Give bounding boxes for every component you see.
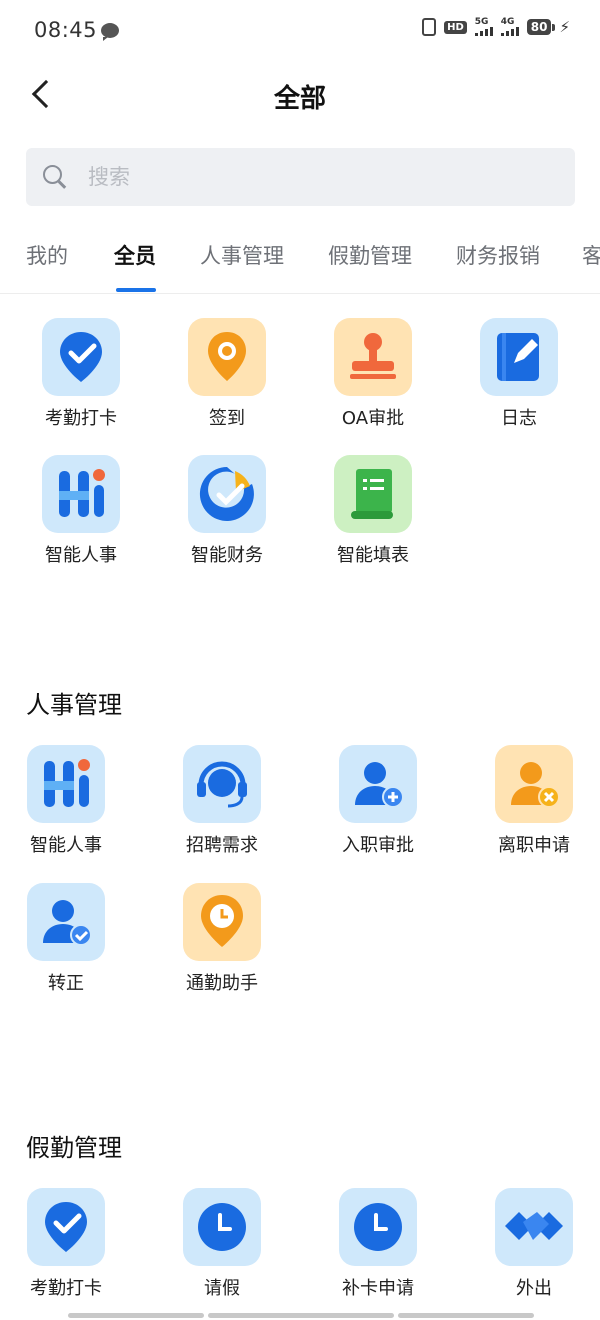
app-commute-assistant[interactable]: 通勤助手 xyxy=(157,883,287,995)
tab-finance-reimbursement[interactable]: 财务报销 xyxy=(456,240,540,270)
charging-icon: ⚡ xyxy=(559,18,570,36)
item-label: 招聘需求 xyxy=(186,835,258,856)
clock-icon xyxy=(339,1188,417,1266)
item-label: 考勤打卡 xyxy=(30,1278,102,1299)
tab-all-staff[interactable]: 全员 xyxy=(114,240,156,270)
status-time: 08:45 xyxy=(34,18,98,42)
location-pin-icon xyxy=(188,318,266,396)
item-label: 转正 xyxy=(48,973,84,994)
form-scroll-icon xyxy=(334,455,412,533)
search-box[interactable] xyxy=(26,148,575,206)
stamp-icon xyxy=(334,318,412,396)
app-leave-request[interactable]: 请假 xyxy=(157,1188,287,1300)
item-label: 签到 xyxy=(209,408,245,429)
handshake-icon xyxy=(495,1188,573,1266)
item-label: 智能人事 xyxy=(30,835,102,856)
battery-icon: 80 xyxy=(526,19,556,35)
message-icon xyxy=(101,23,119,41)
finance-logo-icon xyxy=(188,455,266,533)
app-missed-punch-request[interactable]: 补卡申请 xyxy=(313,1188,443,1300)
app-going-out[interactable]: 外出 xyxy=(469,1188,599,1300)
category-tabs: 我的 全员 人事管理 假勤管理 财务报销 客 xyxy=(0,228,600,294)
app-recruitment[interactable]: 招聘需求 xyxy=(157,745,287,857)
app-daily-log[interactable]: 日志 xyxy=(454,318,584,430)
app-smart-finance[interactable]: 智能财务 xyxy=(162,455,292,567)
app-smart-hr[interactable]: 智能人事 xyxy=(16,455,146,567)
item-label: 通勤助手 xyxy=(186,973,258,994)
active-tab-indicator xyxy=(116,288,156,292)
hi-logo-icon xyxy=(42,455,120,533)
hd-badge: HD xyxy=(444,20,467,34)
net-label-4g: 4G xyxy=(500,17,515,27)
item-label: 入职审批 xyxy=(342,835,414,856)
app-attendance-checkin[interactable]: 考勤打卡 xyxy=(16,318,146,430)
nav-bar: 全部 xyxy=(0,64,600,128)
user-add-icon xyxy=(339,745,417,823)
tab-mine[interactable]: 我的 xyxy=(26,240,68,270)
home-indicator-center[interactable] xyxy=(208,1313,394,1318)
tab-attendance-management[interactable]: 假勤管理 xyxy=(328,240,412,270)
item-label: 日志 xyxy=(501,408,537,429)
search-input[interactable] xyxy=(88,148,558,206)
item-label: 补卡申请 xyxy=(342,1278,414,1299)
search-icon xyxy=(43,165,67,189)
headset-icon xyxy=(183,745,261,823)
item-label: 请假 xyxy=(204,1278,240,1299)
clock-pin-icon xyxy=(183,883,261,961)
status-icons: HD 5G 4G 80 ⚡ xyxy=(422,18,570,36)
signal-4g-icon: 4G xyxy=(500,17,519,36)
user-check-icon xyxy=(27,883,105,961)
hi-logo-icon xyxy=(27,745,105,823)
app-onboarding-approval[interactable]: 入职审批 xyxy=(313,745,443,857)
item-label: 外出 xyxy=(516,1278,552,1299)
tab-customer[interactable]: 客 xyxy=(582,240,600,270)
status-bar: 08:45 HD 5G 4G 80 ⚡ xyxy=(0,0,600,64)
item-label: OA审批 xyxy=(341,408,405,429)
app-smart-form[interactable]: 智能填表 xyxy=(308,455,438,567)
item-label: 智能填表 xyxy=(337,545,409,566)
tab-hr-management[interactable]: 人事管理 xyxy=(200,240,284,270)
app-regularization[interactable]: 转正 xyxy=(1,883,131,995)
section-title-hr: 人事管理 xyxy=(26,691,122,719)
app-resignation-request[interactable]: 离职申请 xyxy=(469,745,599,857)
app-smart-hr[interactable]: 智能人事 xyxy=(1,745,131,857)
item-label: 智能财务 xyxy=(191,545,263,566)
page-title: 全部 xyxy=(273,84,326,114)
item-label: 智能人事 xyxy=(45,545,117,566)
location-check-icon xyxy=(42,318,120,396)
home-indicator-right xyxy=(398,1313,534,1318)
home-indicator-left xyxy=(68,1313,204,1318)
vibrate-icon xyxy=(422,18,437,36)
item-label: 考勤打卡 xyxy=(45,408,117,429)
user-remove-icon xyxy=(495,745,573,823)
location-check-icon xyxy=(27,1188,105,1266)
net-label-5g: 5G xyxy=(474,17,489,27)
app-sign-in[interactable]: 签到 xyxy=(162,318,292,430)
item-label: 离职申请 xyxy=(498,835,570,856)
section-title-attendance: 假勤管理 xyxy=(26,1134,122,1162)
signal-5g-icon: 5G xyxy=(474,17,493,36)
clock-icon xyxy=(183,1188,261,1266)
app-attendance-checkin[interactable]: 考勤打卡 xyxy=(1,1188,131,1300)
notebook-pen-icon xyxy=(480,318,558,396)
app-oa-approval[interactable]: OA审批 xyxy=(308,318,438,430)
